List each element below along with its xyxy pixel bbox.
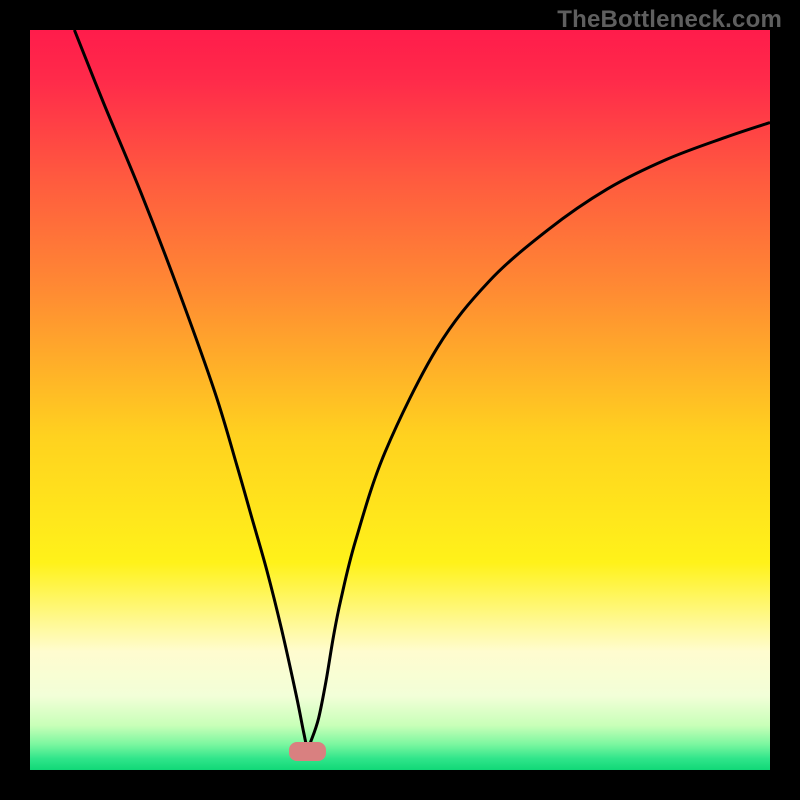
chart-frame: TheBottleneck.com <box>0 0 800 800</box>
plot-area <box>30 30 770 770</box>
plot-outer <box>30 30 770 770</box>
bottleneck-curve <box>30 30 770 770</box>
watermark-text: TheBottleneck.com <box>557 6 782 34</box>
optimal-marker <box>289 742 326 761</box>
